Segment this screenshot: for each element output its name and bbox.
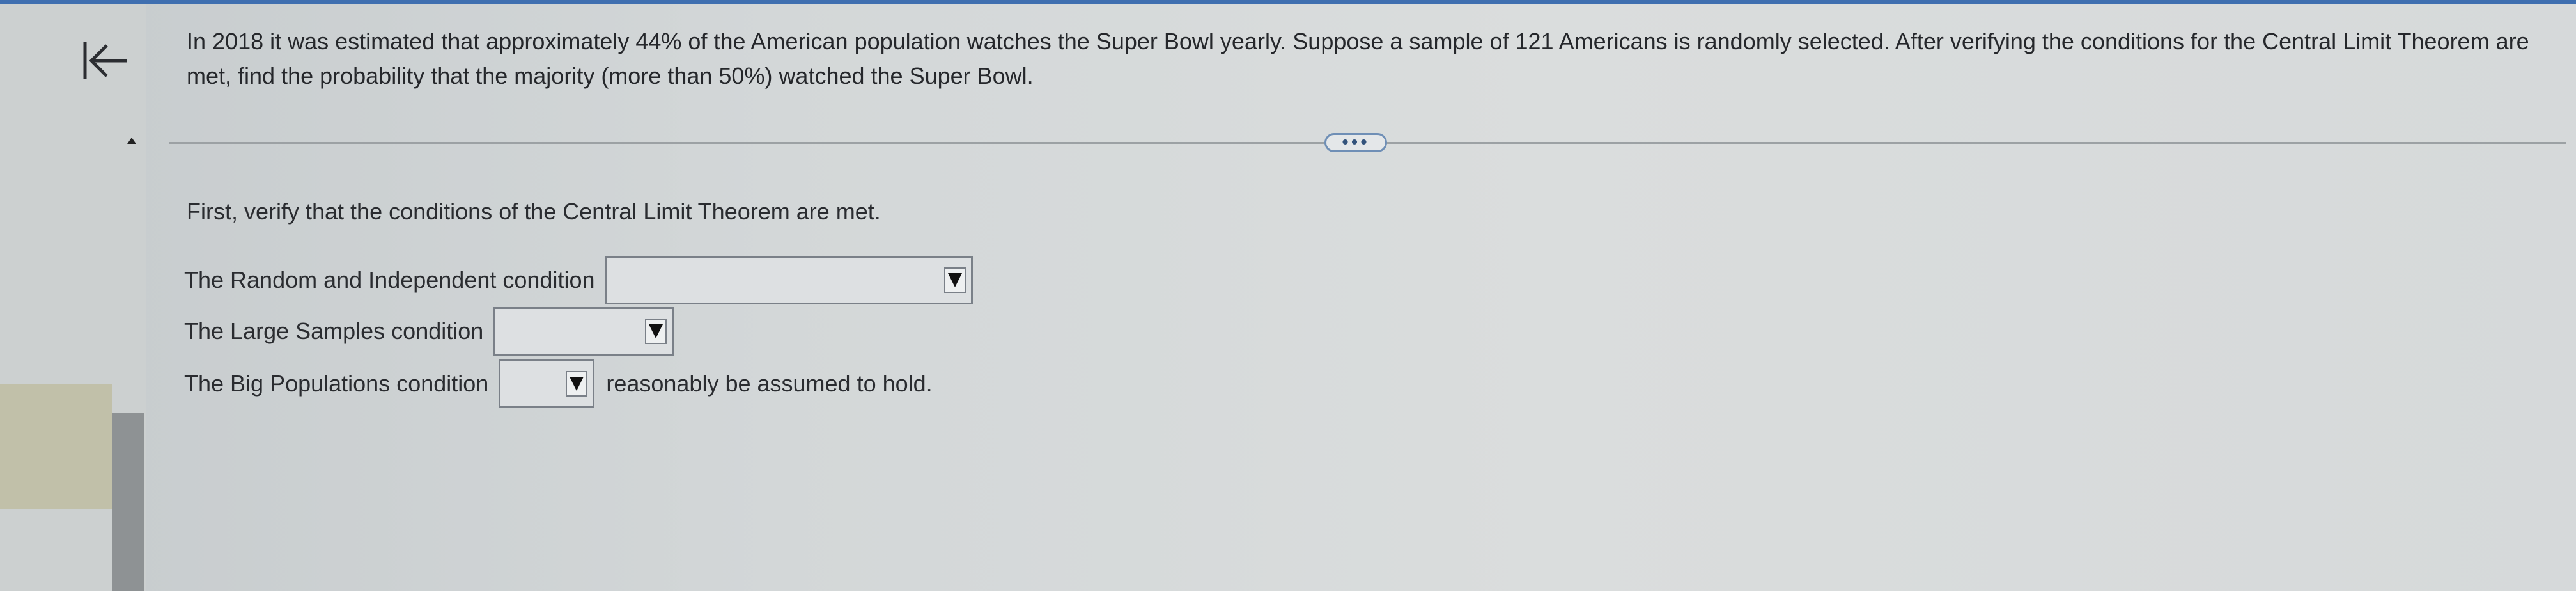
- condition-row-big-populations: The Big Populations condition reasonably…: [184, 359, 933, 408]
- triangle-down-icon: [944, 267, 966, 293]
- large-samples-dropdown[interactable]: [493, 307, 674, 356]
- instructions-text: First, verify that the conditions of the…: [187, 198, 881, 225]
- more-button[interactable]: •••: [1324, 133, 1387, 152]
- question-text: In 2018 it was estimated that approximat…: [187, 28, 2529, 89]
- big-populations-dropdown[interactable]: [499, 359, 595, 408]
- random-independent-dropdown[interactable]: [605, 256, 974, 304]
- collapse-button[interactable]: [125, 134, 138, 147]
- condition-suffix: reasonably be assumed to hold.: [606, 370, 933, 397]
- rail-scroll-strip[interactable]: [112, 413, 144, 591]
- triangle-down-icon: [566, 371, 588, 397]
- condition-row-random: The Random and Independent condition: [184, 256, 974, 304]
- triangle-up-icon: [127, 138, 136, 144]
- arrow-left-to-bar-icon: [83, 42, 127, 79]
- top-accent-bar: [0, 0, 2576, 4]
- condition-label: The Big Populations condition: [184, 370, 489, 397]
- triangle-down-icon: [645, 319, 667, 344]
- rail-highlight: [0, 384, 112, 509]
- condition-label: The Large Samples condition: [184, 318, 484, 344]
- condition-label: The Random and Independent condition: [184, 267, 595, 293]
- condition-row-large-samples: The Large Samples condition: [184, 307, 674, 356]
- back-button[interactable]: [77, 35, 134, 86]
